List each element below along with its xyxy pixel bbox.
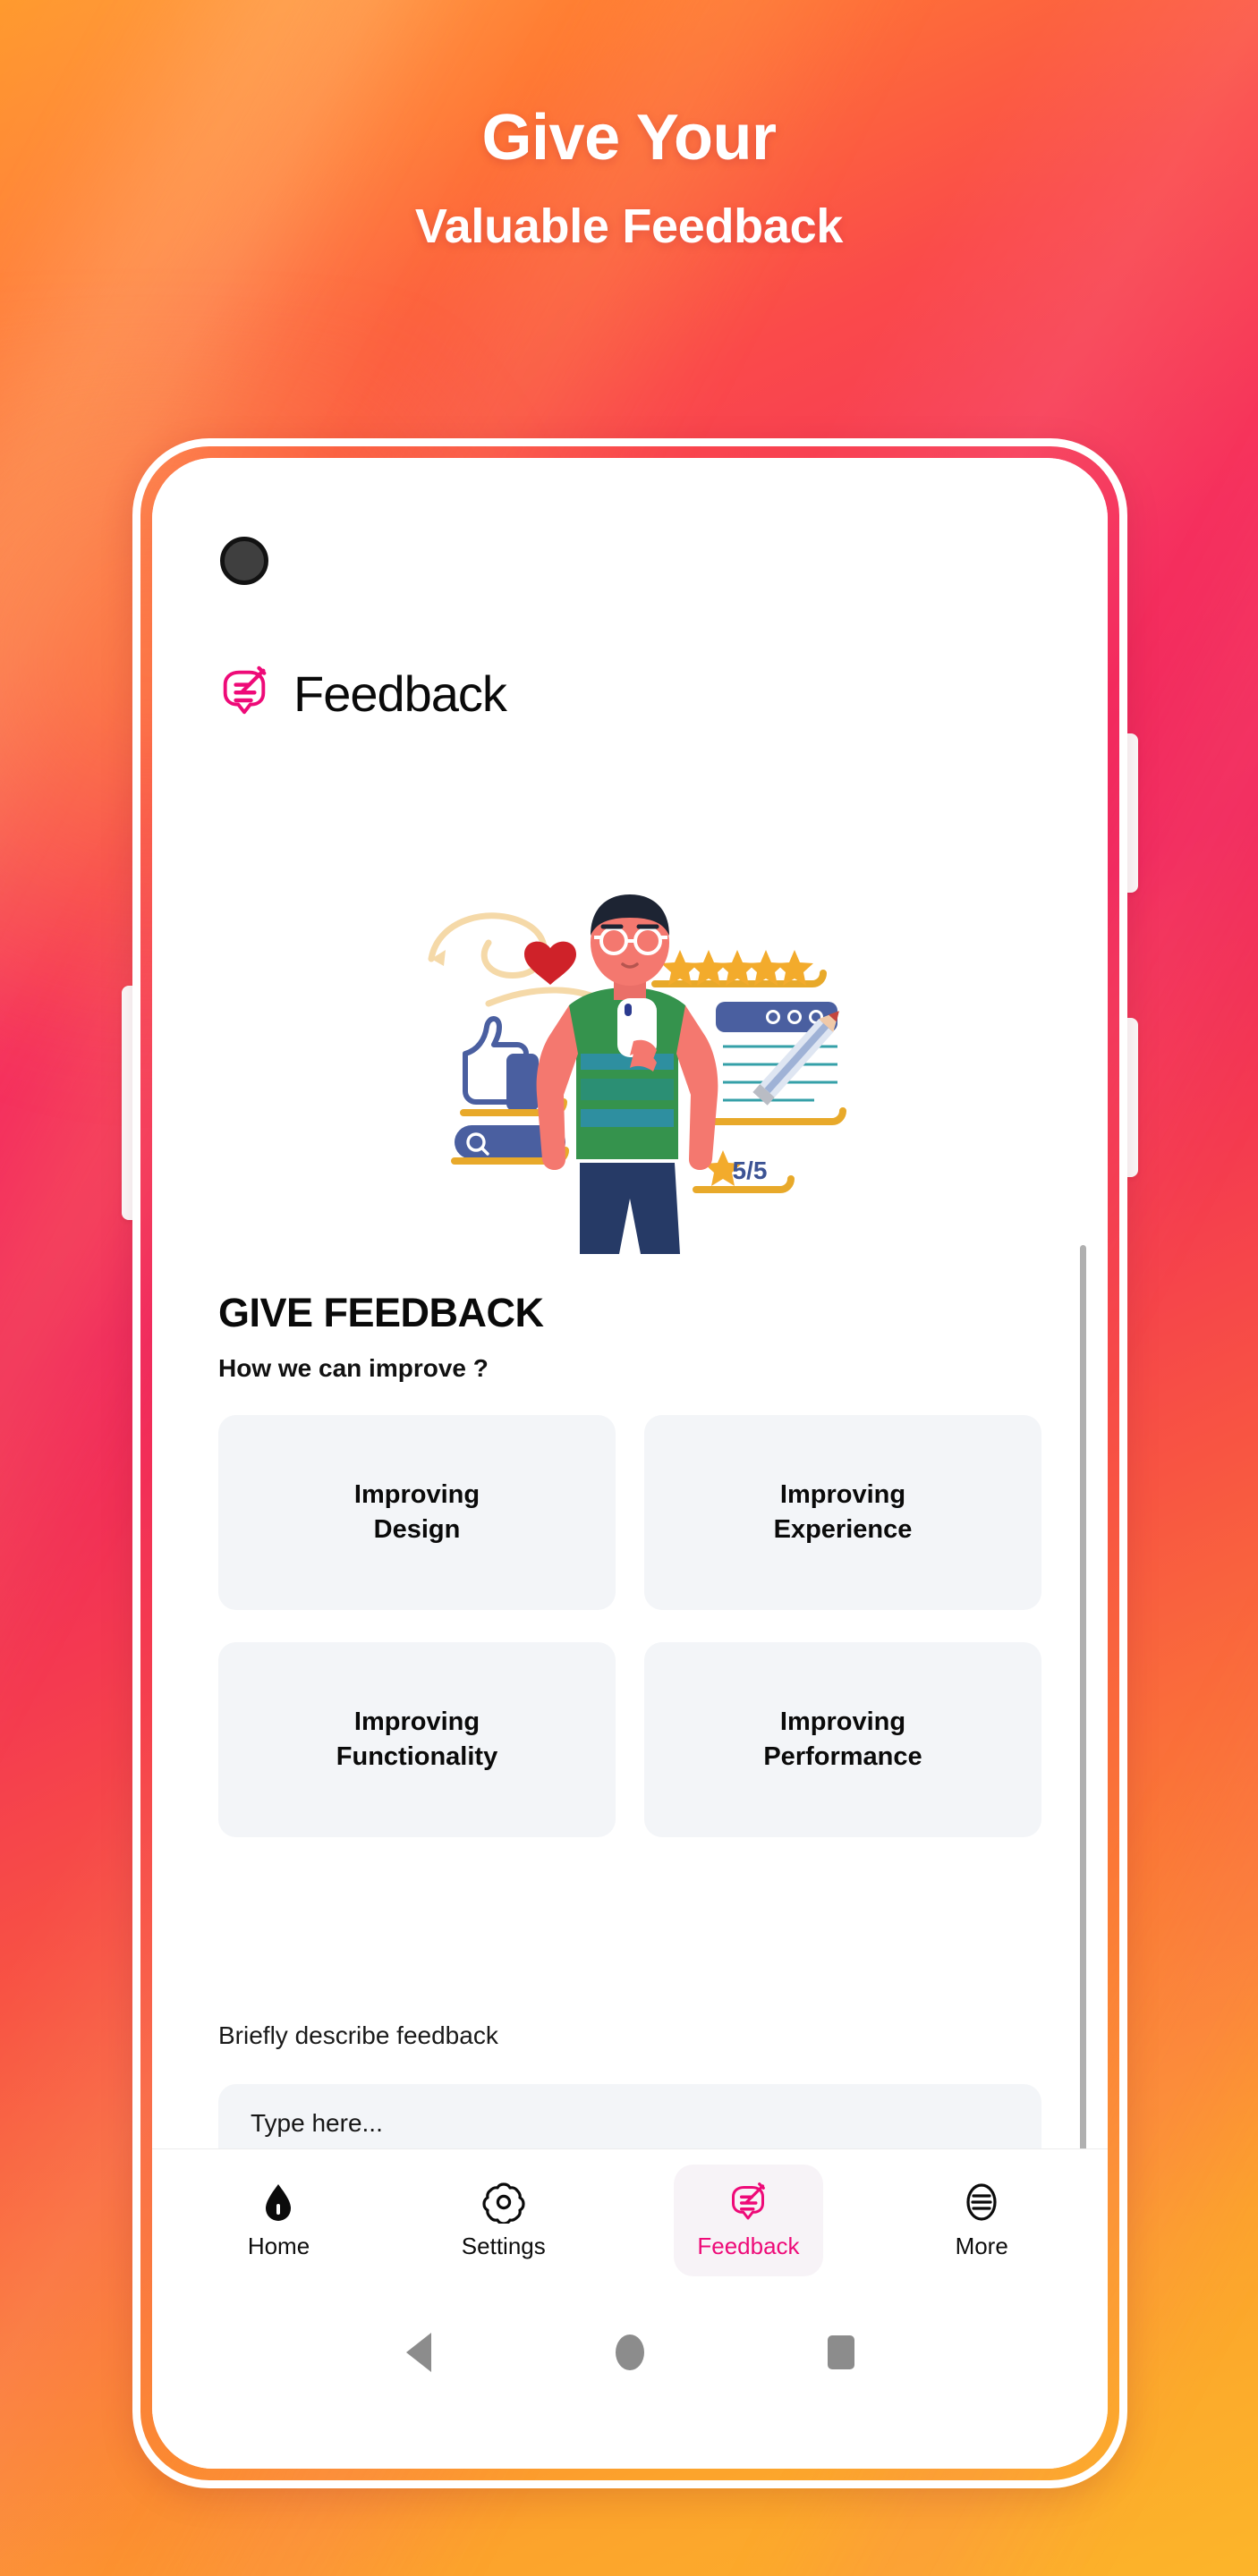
power-button[interactable] <box>1126 733 1138 893</box>
page-root: Give Your Valuable Feedback Feedback 5/5… <box>0 0 1258 2576</box>
hero-line-2: Valuable Feedback <box>414 199 844 253</box>
phone-mockup: Feedback 5/5 GIVE FEEDBACK How we can im… <box>122 438 1138 2488</box>
hero-heading: Give Your Valuable Feedback <box>0 106 1258 250</box>
hero-line-1: Give Your <box>481 102 777 174</box>
volume-up-button[interactable] <box>1126 1018 1138 1177</box>
phone-outer-frame <box>132 438 1127 2488</box>
